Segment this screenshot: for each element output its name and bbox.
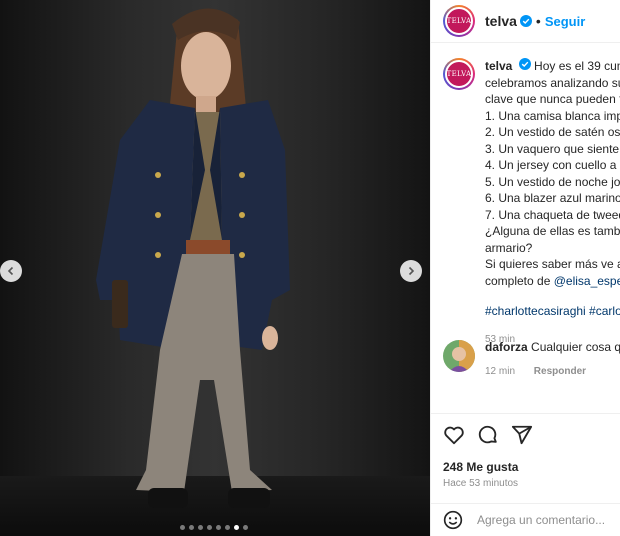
caption-line: celebramos analizando su [485, 75, 620, 90]
carousel-dot [189, 525, 194, 530]
caption-line: ¿Alguna de ellas es tambie [485, 224, 620, 238]
likes-count[interactable]: 248 Me gusta [431, 446, 620, 474]
post-media[interactable] [0, 0, 430, 536]
comment-meta: 12 min Responder [485, 366, 620, 377]
caption-line: clave que nunca pueden f [485, 92, 620, 106]
avatar[interactable]: TELVA [443, 58, 475, 90]
share-icon[interactable] [511, 424, 533, 446]
verified-icon [518, 58, 531, 70]
chevron-left-icon [7, 266, 14, 276]
post-date: Hace 53 minutos [443, 478, 519, 489]
action-icons [431, 414, 620, 446]
post-actions: 248 Me gusta Hace 53 minutos [431, 413, 620, 503]
caption-line: Si quieres saber más ve a [485, 257, 620, 271]
separator: • [535, 13, 541, 29]
post-panel: TELVA telva • Seguir TELVA telva Hoy es … [430, 0, 620, 536]
caption-line: 7. Una chaqueta de tweed [485, 207, 620, 222]
caption-line: 2. Un vestido de satén osc [485, 125, 620, 139]
username[interactable]: telva [485, 13, 517, 29]
carousel-indicator [180, 525, 248, 530]
carousel-dot [198, 525, 203, 530]
carousel-dot [234, 525, 239, 530]
follow-button[interactable]: Seguir [545, 14, 585, 29]
mention-link[interactable]: @elisa_espej [554, 274, 620, 288]
post-header: TELVA telva • Seguir [431, 0, 620, 43]
comment-avatar[interactable] [443, 340, 475, 372]
caption-line: 4. Un jersey con cuello a la [485, 158, 620, 172]
caption-line: armario? [485, 240, 533, 255]
caption-line: 1. Una camisa blanca impe [485, 108, 620, 123]
comment-time: 12 min [485, 366, 516, 377]
comment-input[interactable] [477, 513, 617, 527]
carousel-dot [216, 525, 221, 530]
caption-line: 3. Un vaquero que siente l [485, 141, 620, 156]
post-photo [96, 8, 290, 508]
comment-text: Cualquier cosa qu [531, 340, 620, 354]
add-comment-bar [431, 503, 620, 536]
caption-text: telva Hoy es el 39 cump celebramos anali… [485, 58, 620, 348]
caption-username[interactable]: telva [485, 59, 512, 73]
comment-username[interactable]: daforza [485, 340, 528, 354]
avatar-logo: TELVA [445, 60, 473, 88]
comment-body: daforza Cualquier cosa qu 12 min Respond… [485, 340, 620, 377]
next-button[interactable] [400, 260, 422, 282]
avatar[interactable]: TELVA [443, 5, 475, 37]
heart-icon[interactable] [443, 424, 465, 446]
post-caption: TELVA telva Hoy es el 39 cump celebramos… [431, 44, 620, 348]
caption-line: completo de [485, 273, 554, 288]
caption-line: 6. Una blazer azul marino [485, 191, 620, 205]
carousel-dot [225, 525, 230, 530]
caption-line: 5. Un vestido de noche joy [485, 174, 620, 189]
comments-section[interactable]: TELVA telva Hoy es el 39 cump celebramos… [431, 44, 620, 406]
reply-button[interactable]: Responder [534, 366, 586, 377]
carousel-dot [207, 525, 212, 530]
hashtags[interactable]: #charlottecasiraghi #carlot [485, 303, 620, 320]
emoji-icon[interactable] [443, 510, 463, 530]
previous-button[interactable] [0, 260, 22, 282]
chevron-right-icon [408, 266, 415, 276]
carousel-dot [243, 525, 248, 530]
carousel-dot [180, 525, 185, 530]
avatar-image [443, 340, 475, 372]
verified-icon [519, 15, 532, 27]
comment-icon[interactable] [477, 424, 499, 446]
caption-line: Hoy es el 39 cump [534, 59, 620, 73]
comment-item: daforza Cualquier cosa qu 12 min Respond… [431, 340, 620, 377]
avatar-logo: TELVA [445, 7, 473, 35]
